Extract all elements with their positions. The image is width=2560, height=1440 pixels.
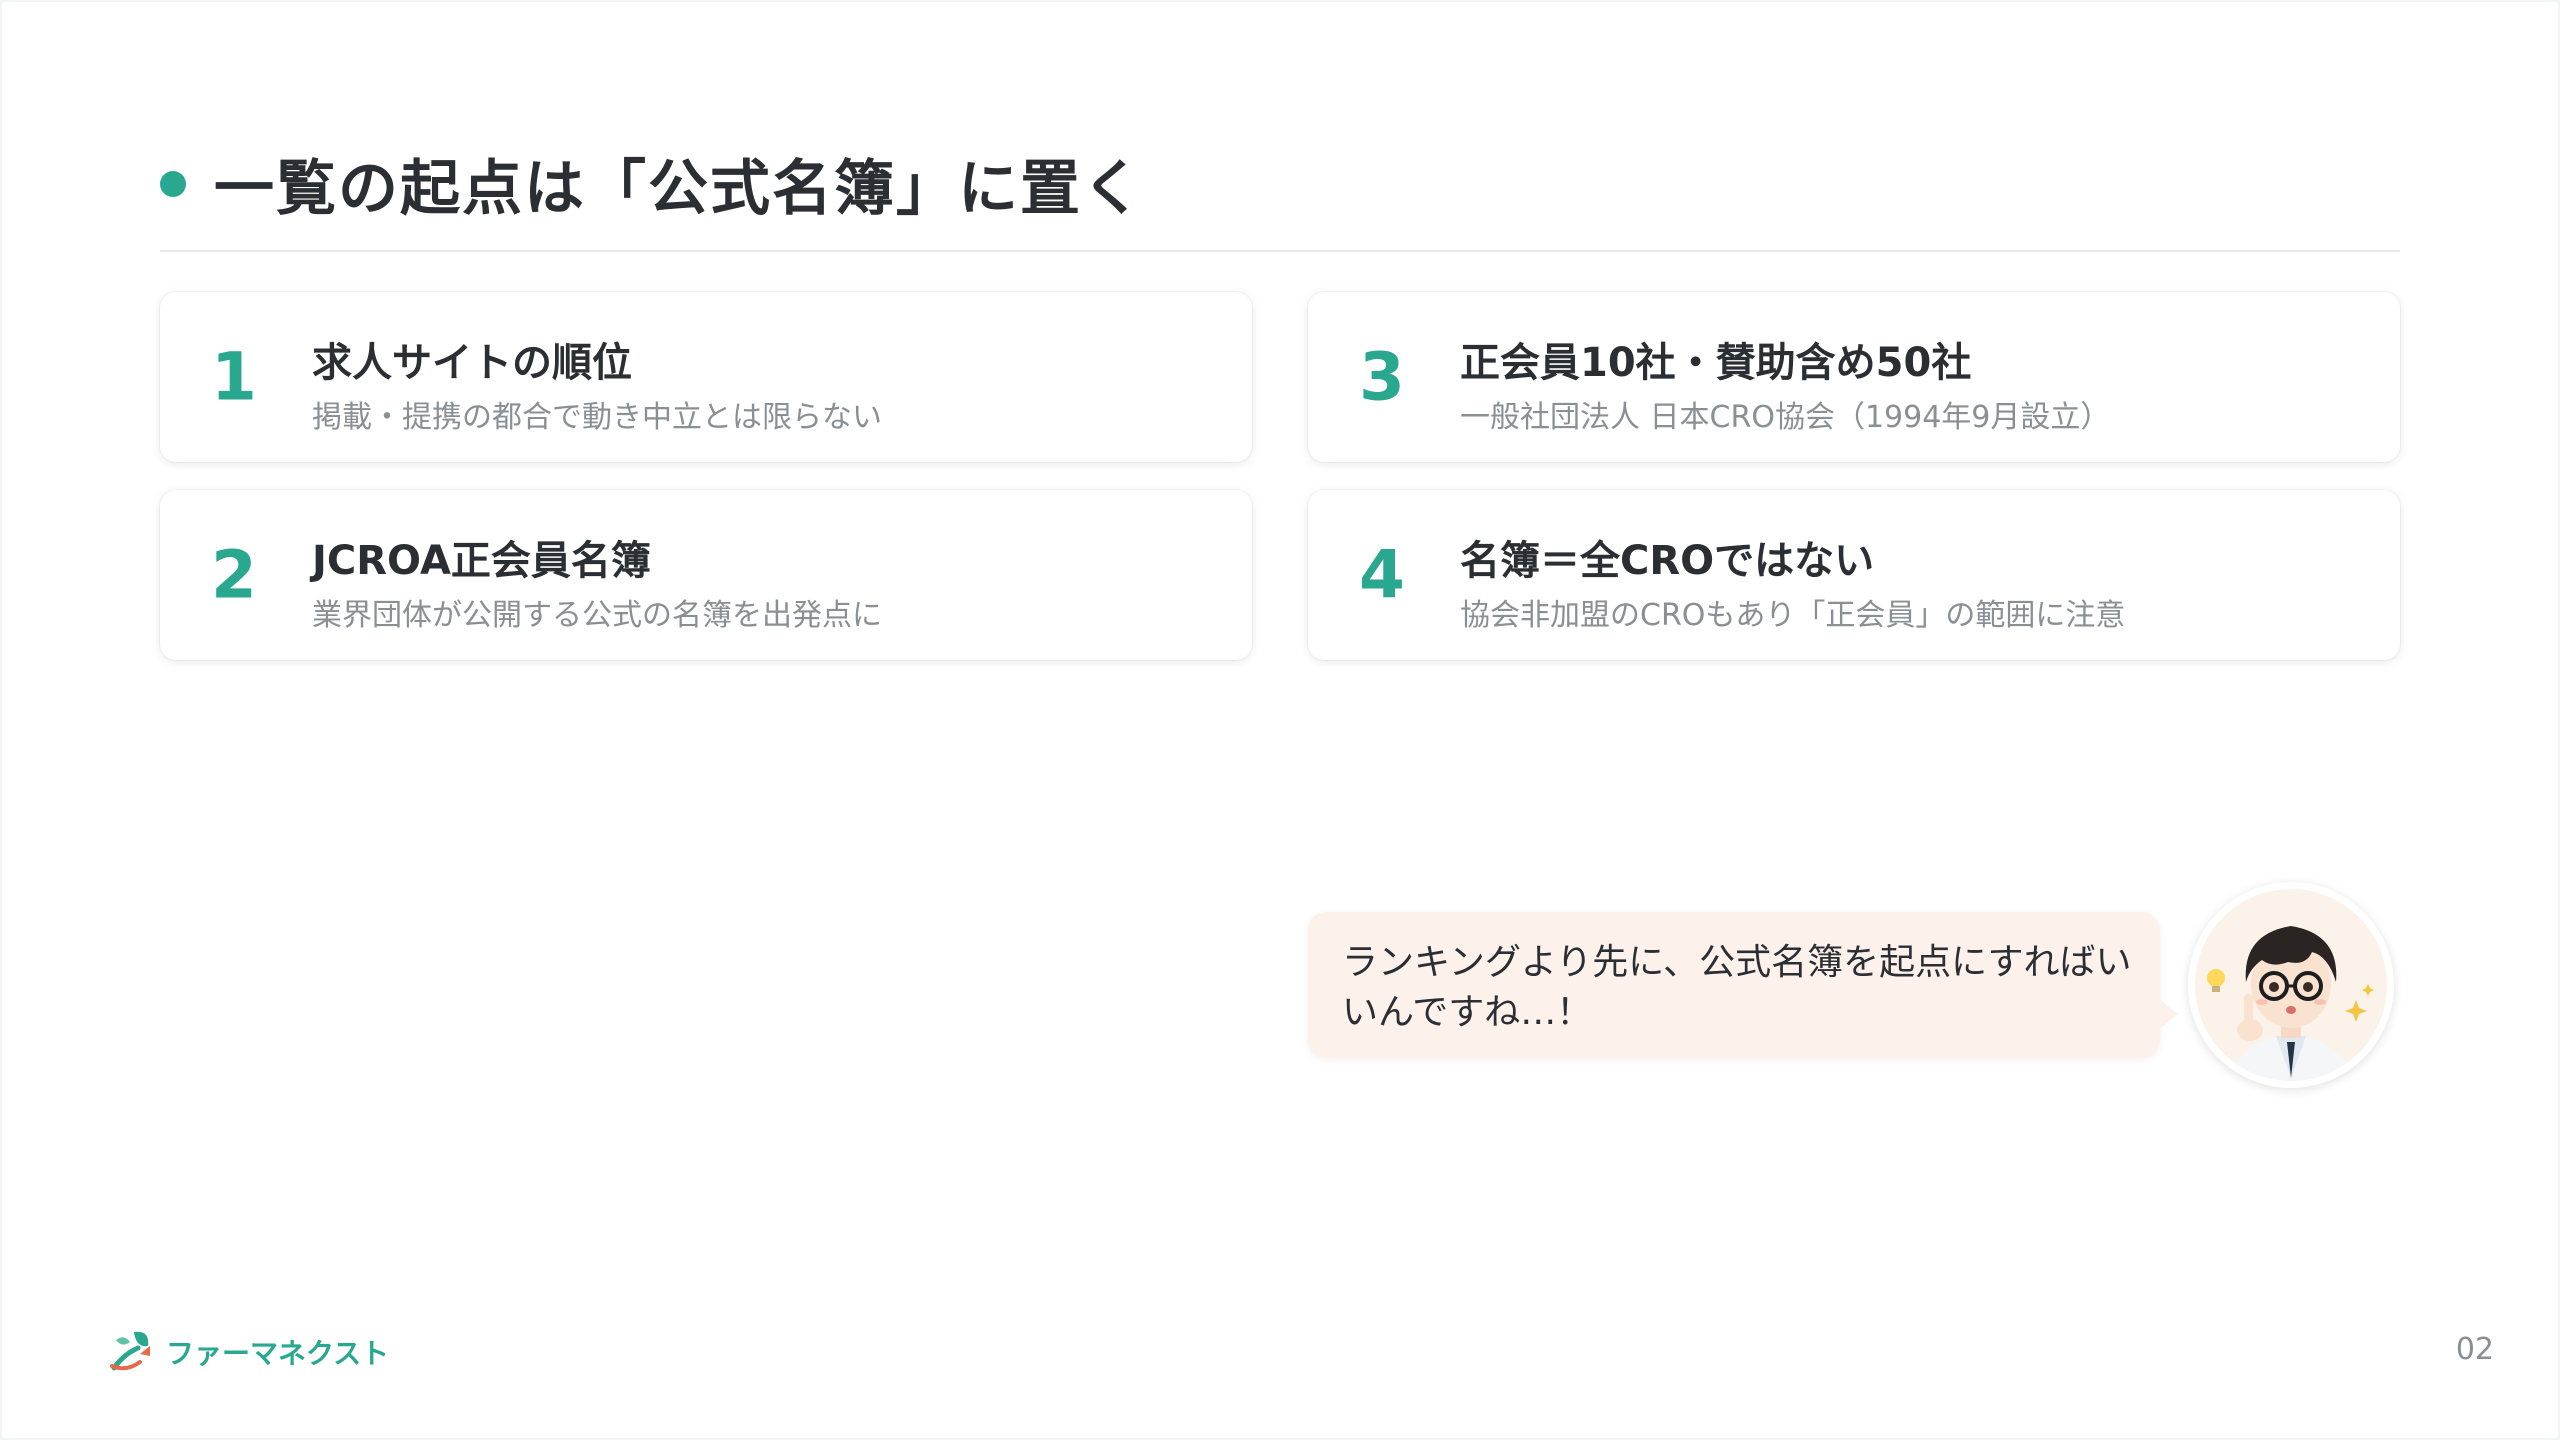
card-title: 名簿＝全CROではない (1460, 538, 1875, 584)
point-card-2: 2 JCROA正会員名簿 業界団体が公開する公式の名簿を出発点に (160, 490, 1252, 660)
slide: 一覧の起点は「公式名簿」に置く 1 求人サイトの順位 掲載・提携の都合で動き中立… (2, 2, 2558, 1438)
card-subtitle: 協会非加盟のCROもあり「正会員」の範囲に注意 (1460, 598, 2126, 633)
card-title: JCROA正会員名簿 (312, 538, 651, 584)
card-number: 3 (1359, 338, 1405, 416)
slide-title-row: 一覧の起点は「公式名簿」に置く (160, 140, 1144, 227)
title-bullet-icon (160, 170, 186, 197)
card-number: 1 (211, 338, 257, 416)
brand-logo: ファーマネクスト (106, 1324, 389, 1380)
logo-text: ファーマネクスト (166, 1337, 390, 1370)
speech-text: ランキングより先に、公式名簿を起点にすればいいんですね…！ (1342, 942, 2132, 1033)
card-number: 4 (1359, 536, 1405, 614)
speech-bubble: ランキングより先に、公式名簿を起点にすればいいんですね…！ (1308, 912, 2178, 1058)
doctor-character-icon (2188, 882, 2394, 1088)
point-card-4: 4 名簿＝全CROではない 協会非加盟のCROもあり「正会員」の範囲に注意 (1308, 490, 2400, 660)
point-card-3: 3 正会員10社・賛助含め50社 一般社団法人 日本CRO協会（1994年9月設… (1308, 292, 2400, 462)
leaf-logo-icon (106, 1324, 158, 1380)
card-title: 求人サイトの順位 (312, 340, 632, 386)
point-card-1: 1 求人サイトの順位 掲載・提携の都合で動き中立とは限らない (160, 292, 1252, 462)
card-subtitle: 業界団体が公開する公式の名簿を出発点に (312, 598, 882, 633)
card-subtitle: 掲載・提携の都合で動き中立とは限らない (312, 400, 882, 435)
card-title: 正会員10社・賛助含め50社 (1460, 340, 1972, 386)
slide-title: 一覧の起点は「公式名簿」に置く (214, 154, 1144, 224)
title-divider (160, 250, 2400, 252)
card-number: 2 (211, 536, 257, 614)
card-subtitle: 一般社団法人 日本CRO協会（1994年9月設立） (1460, 400, 2111, 435)
page-number: 02 (2455, 1332, 2494, 1367)
